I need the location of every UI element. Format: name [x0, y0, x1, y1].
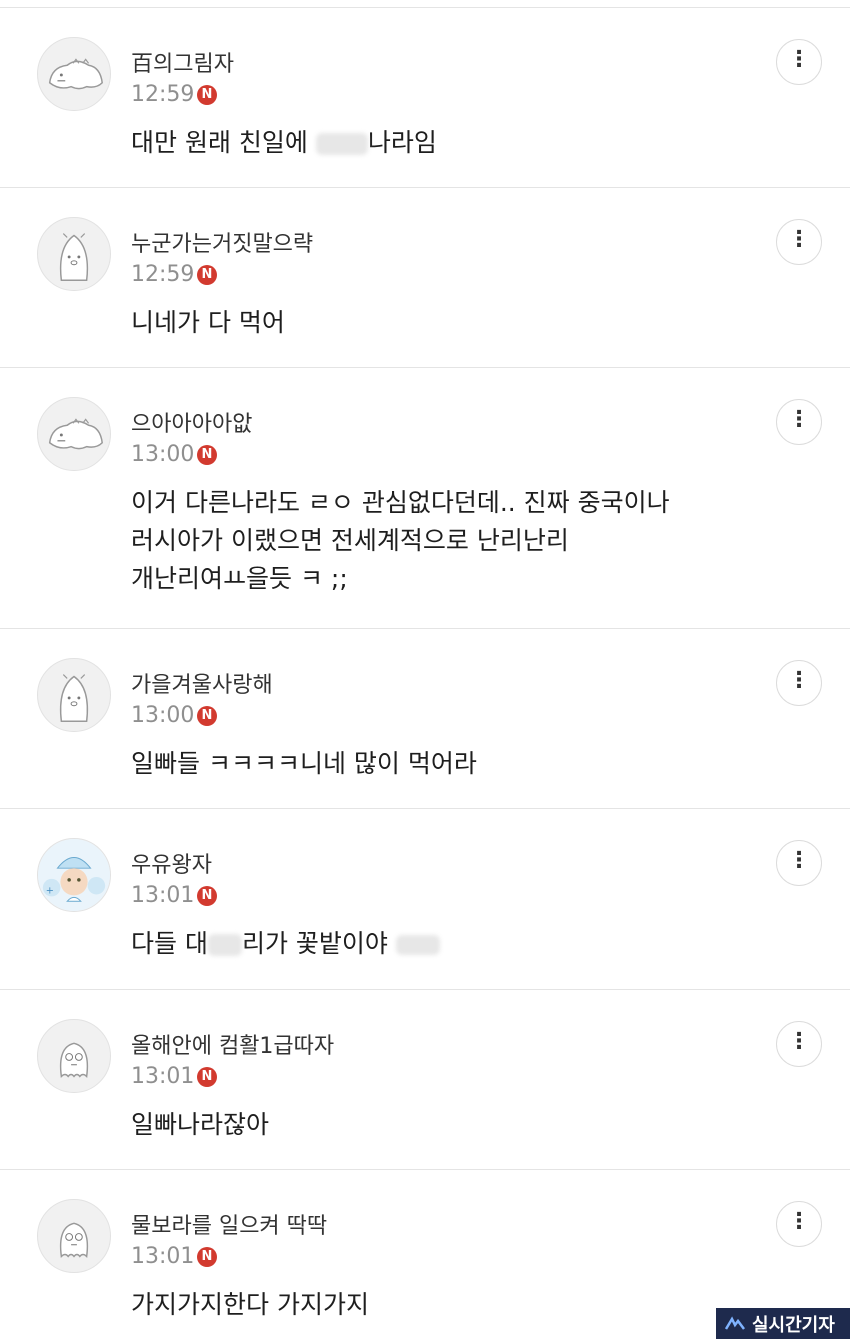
ghost-icon[interactable]: [37, 1019, 111, 1093]
comment-time: 13:00: [131, 442, 195, 467]
more-options-button[interactable]: ⋮: [776, 399, 822, 445]
comment-text: 리가 꽃밭이야: [241, 929, 396, 958]
more-icon: ⋮: [788, 1209, 810, 1234]
comment-time: 13:01: [131, 883, 195, 908]
comment-nickname[interactable]: 올해안에 컴활1급따자: [131, 1028, 334, 1060]
more-icon: ⋮: [788, 227, 810, 252]
redacted-text: [315, 133, 368, 155]
dino-icon[interactable]: [37, 37, 111, 111]
comment-body: 다들 대 리가 꽃밭이야: [131, 925, 440, 963]
watermark-logo-icon: [724, 1315, 745, 1330]
redacted-text: [395, 935, 440, 955]
new-badge: N: [197, 85, 217, 105]
comment-time: 12:59: [131, 82, 195, 107]
comment-body: 일빠나라잖아: [131, 1106, 269, 1144]
watermark-text: 실시간기자: [752, 1314, 835, 1336]
more-options-button[interactable]: ⋮: [776, 1201, 822, 1247]
comment-item: 누군가는거짓말으략 12:59 N 니네가 다 먹어 ⋮: [0, 188, 850, 368]
dino-icon[interactable]: [37, 397, 111, 471]
comment-text: 다들 대: [131, 929, 208, 958]
more-icon: ⋮: [788, 407, 810, 432]
more-icon: ⋮: [788, 1029, 810, 1054]
new-badge: N: [197, 445, 217, 465]
comment-nickname[interactable]: 우유왕자: [131, 847, 212, 879]
comment-item: 올해안에 컴활1급따자 13:01 N 일빠나라잖아 ⋮: [0, 990, 850, 1170]
more-options-button[interactable]: ⋮: [776, 219, 822, 265]
more-options-button[interactable]: ⋮: [776, 1021, 822, 1067]
redacted-text: [207, 934, 242, 956]
new-badge: N: [197, 265, 217, 285]
penguin-icon[interactable]: [37, 658, 111, 732]
comment-nickname[interactable]: 百의그림자: [131, 46, 234, 78]
more-options-button[interactable]: ⋮: [776, 840, 822, 886]
more-icon: ⋮: [788, 668, 810, 693]
penguin-icon[interactable]: [37, 217, 111, 291]
svg-text:+: +: [46, 885, 54, 896]
new-badge: N: [197, 706, 217, 726]
more-icon: ⋮: [788, 848, 810, 873]
comment-body: 일빠들 ㅋㅋㅋㅋ니네 많이 먹어라: [131, 745, 477, 783]
comment-body: 대만 원래 친일에 나라임: [131, 124, 437, 162]
comment-text: 개난리여ㅛ을듯 ㅋ ;;: [131, 564, 348, 593]
comment-item: + 우유왕자 13:01 N 다들 대 리가 꽃밭이야 ⋮: [0, 809, 850, 990]
comment-text: 일빠들 ㅋㅋㅋㅋ니네 많이 먹어라: [131, 749, 477, 778]
comment-text: 나라임: [367, 128, 437, 157]
comment-body: 니네가 다 먹어: [131, 304, 285, 342]
comment-time: 12:59: [131, 262, 195, 287]
comment-text: 대만 원래 친일에: [131, 128, 316, 157]
comment-time: 13:01: [131, 1064, 195, 1089]
comment-time: 13:01: [131, 1244, 195, 1269]
comment-body: 이거 다른나라도 ㄹㅇ 관심없다던데.. 진짜 중국이나 러시아가 이랬으면 전…: [131, 484, 670, 598]
more-icon: ⋮: [788, 47, 810, 72]
comment-nickname[interactable]: 으아아아아앖: [131, 406, 252, 438]
comment-text: 가지가지한다 가지가지: [131, 1290, 369, 1319]
more-options-button[interactable]: ⋮: [776, 39, 822, 85]
comment-nickname[interactable]: 가을겨울사랑해: [131, 667, 273, 699]
comment-nickname[interactable]: 물보라를 일으켜 딱딱: [131, 1208, 327, 1240]
character-icon[interactable]: +: [37, 838, 111, 912]
comment-item: 가을겨울사랑해 13:00 N 일빠들 ㅋㅋㅋㅋ니네 많이 먹어라 ⋮: [0, 629, 850, 809]
comment-time: 13:00: [131, 703, 195, 728]
new-badge: N: [197, 1247, 217, 1267]
comment-nickname[interactable]: 누군가는거짓말으략: [131, 226, 313, 258]
comment-item: 百의그림자 12:59 N 대만 원래 친일에 나라임 ⋮: [0, 8, 850, 188]
comment-text: 이거 다른나라도 ㄹㅇ 관심없다던데.. 진짜 중국이나: [131, 488, 670, 517]
comment-text: 일빠나라잖아: [131, 1110, 270, 1139]
new-badge: N: [197, 886, 217, 906]
comment-body: 가지가지한다 가지가지: [131, 1286, 369, 1324]
comment-item: 으아아아아앖 13:00 N 이거 다른나라도 ㄹㅇ 관심없다던데.. 진짜 중…: [0, 368, 850, 629]
new-badge: N: [197, 1067, 217, 1087]
comment-text: 니네가 다 먹어: [131, 308, 285, 337]
watermark: 실시간기자: [716, 1308, 850, 1339]
comment-text: 러시아가 이랬으면 전세계적으로 난리난리: [131, 526, 569, 555]
ghost-icon[interactable]: [37, 1199, 111, 1273]
more-options-button[interactable]: ⋮: [776, 660, 822, 706]
